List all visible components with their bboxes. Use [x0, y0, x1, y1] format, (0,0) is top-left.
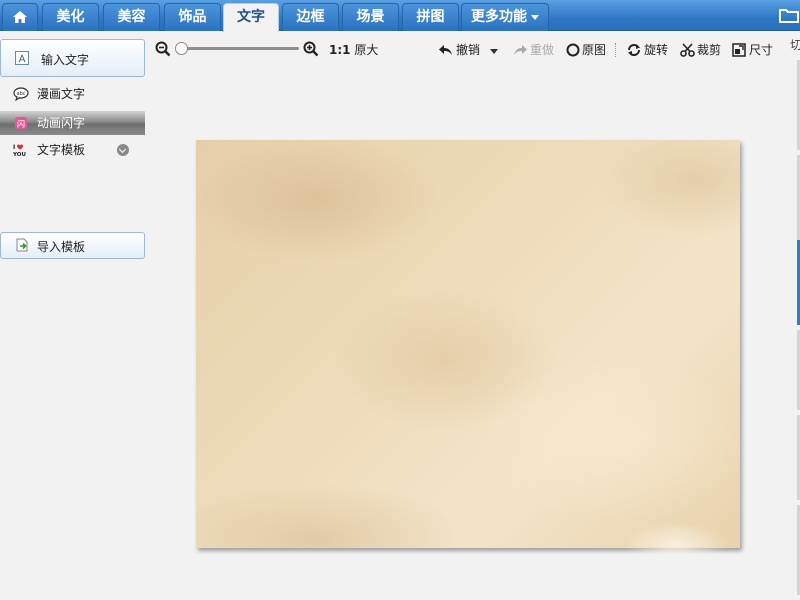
tab-accessories[interactable]: 饰品	[164, 3, 221, 31]
svg-text:I: I	[13, 144, 15, 151]
svg-text:YOU: YOU	[13, 152, 26, 157]
input-text-button[interactable]: A 输入文字	[0, 39, 145, 77]
i-love-you-icon: I YOU	[13, 144, 26, 157]
import-icon	[16, 238, 28, 252]
tab-scene[interactable]: 场景	[342, 3, 399, 31]
svg-text:闪: 闪	[17, 120, 25, 129]
zoom-in-icon[interactable]	[303, 41, 319, 57]
folder-icon[interactable]	[779, 7, 800, 23]
input-text-label: 输入文字	[41, 53, 90, 67]
sidebar-item-text-templates[interactable]: I YOU 文字模板	[0, 138, 145, 162]
original-image-button[interactable]: 原图	[566, 42, 606, 58]
rotate-icon	[628, 44, 640, 56]
tab-frame[interactable]: 边框	[282, 3, 339, 31]
tab-beautify[interactable]: 美化	[42, 3, 99, 31]
original-size-button[interactable]: 1:1 原大	[329, 42, 378, 58]
rotate-button[interactable]: 旋转	[626, 42, 668, 58]
rotate-label: 旋转	[644, 43, 669, 57]
sidebar-item-animated-flash-text[interactable]: 闪 动画闪字	[0, 111, 145, 135]
speech-bubble-icon: abc	[13, 87, 29, 101]
tab-beauty[interactable]: 美容	[103, 3, 160, 31]
left-panel: A 输入文字 abc 漫画文字 闪 动画闪字 I YOU 文字模板 导入模板	[0, 31, 150, 600]
sidebar-item-comic-text[interactable]: abc 漫画文字	[0, 82, 145, 106]
redo-label: 重做	[530, 43, 555, 57]
tab-home[interactable]	[2, 3, 38, 31]
photo-canvas[interactable]	[196, 140, 746, 555]
chevron-down-icon	[490, 49, 498, 54]
svg-text:A: A	[19, 54, 26, 65]
zoom-out-icon[interactable]	[155, 41, 171, 57]
chevron-down-icon	[531, 14, 539, 20]
scissors-icon	[680, 43, 695, 57]
tab-text[interactable]: 文字	[223, 3, 279, 32]
photo-highlight	[596, 505, 746, 555]
zoom-slider-thumb[interactable]	[175, 42, 188, 55]
undo-label: 撤销	[456, 43, 481, 57]
top-tab-bar: 美化 美容 饰品 文字 边框 场景 拼图 更多功能	[0, 0, 800, 32]
sparkle-icon: 闪	[15, 117, 27, 129]
redo-button[interactable]: 重做	[512, 42, 554, 58]
original-size-label: 原大	[354, 43, 379, 57]
circle-icon	[566, 43, 580, 57]
zoom-slider-track[interactable]	[177, 47, 299, 50]
tab-collage[interactable]: 拼图	[402, 3, 459, 31]
sidebar-item-label: 漫画文字	[37, 87, 86, 101]
parchment-photo	[196, 140, 740, 548]
undo-button[interactable]: 撤销	[438, 42, 480, 58]
crop-button[interactable]: 裁剪	[680, 42, 721, 58]
sidebar-item-label: 文字模板	[37, 143, 86, 157]
import-template-button[interactable]: 导入模板	[0, 232, 145, 259]
original-size-ratio: 1:1	[329, 43, 351, 57]
resize-icon	[732, 43, 746, 57]
toolbar-divider	[615, 43, 616, 57]
original-image-label: 原图	[582, 43, 607, 57]
text-a-icon: A	[15, 51, 29, 65]
tab-more-features[interactable]: 更多功能	[461, 3, 549, 31]
sidebar-item-label: 动画闪字	[37, 116, 86, 130]
home-icon	[13, 11, 27, 23]
crop-label: 裁剪	[697, 43, 722, 57]
expand-icon[interactable]	[117, 144, 129, 156]
undo-icon	[439, 45, 452, 55]
right-panel-label[interactable]: 切	[790, 36, 800, 53]
size-button[interactable]: 尺寸	[732, 42, 773, 58]
import-template-label: 导入模板	[37, 240, 86, 254]
redo-icon	[514, 45, 527, 55]
undo-dropdown[interactable]	[490, 42, 498, 58]
size-label: 尺寸	[749, 43, 774, 57]
svg-text:abc: abc	[17, 91, 26, 97]
tab-more-label: 更多功能	[471, 9, 527, 25]
